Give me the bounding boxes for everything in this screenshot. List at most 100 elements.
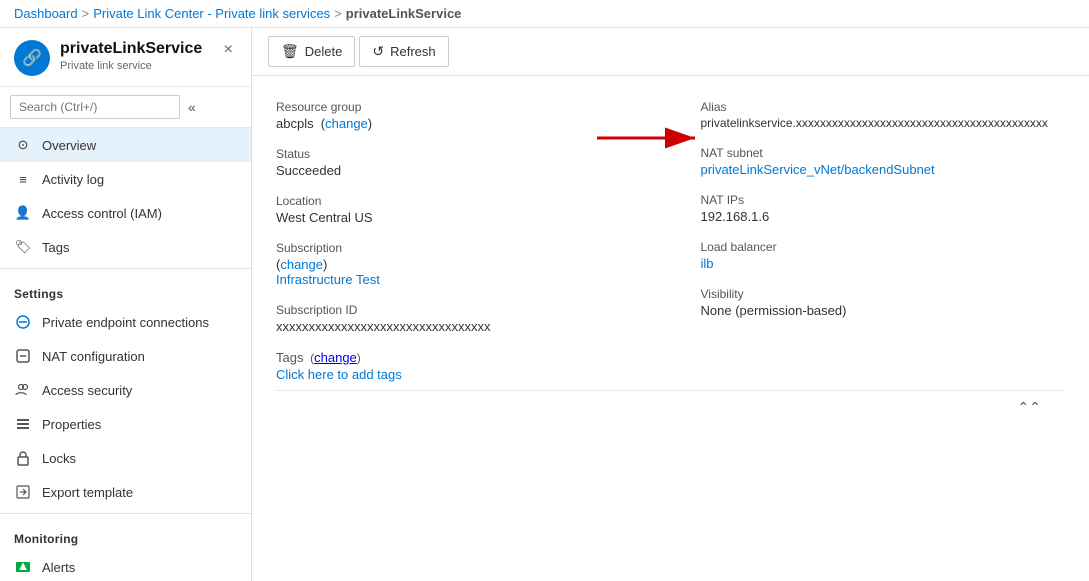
sidebar-item-overview[interactable]: ⊙ Overview [0, 128, 251, 162]
sidebar-item-private-endpoints-label: Private endpoint connections [42, 315, 209, 330]
sidebar-item-access-security[interactable]: Access security [0, 373, 251, 407]
alias-value: privatelinkservice.xxxxxxxxxxxxxxxxxxxxx… [701, 116, 1061, 130]
nat-subnet-label: NAT subnet [701, 146, 1066, 160]
breadcrumb: Dashboard > Private Link Center - Privat… [0, 0, 1089, 28]
nat-subnet-item: NAT subnet privateLinkService_vNet/backe… [701, 138, 1066, 185]
locks-icon [14, 449, 32, 467]
sidebar-item-properties[interactable]: Properties [0, 407, 251, 441]
sidebar: 🔗 privateLinkService Private link servic… [0, 28, 252, 581]
right-column: Alias privatelinkservice.xxxxxxxxxxxxxxx… [701, 92, 1066, 390]
breadcrumb-current: privateLinkService [346, 6, 462, 21]
nav-divider-1 [0, 268, 251, 269]
resource-group-change-link[interactable]: change [325, 116, 368, 131]
visibility-label: Visibility [701, 287, 1066, 301]
location-item: Location West Central US [276, 186, 641, 233]
breadcrumb-dashboard[interactable]: Dashboard [14, 6, 78, 21]
arrow-annotation [587, 120, 707, 156]
breadcrumb-sep-1: > [82, 6, 90, 21]
alias-item: Alias privatelinkservice.xxxxxxxxxxxxxxx… [701, 92, 1066, 138]
load-balancer-label: Load balancer [701, 240, 1066, 254]
service-subtitle: Private link service [60, 60, 202, 72]
sidebar-search-area: « [0, 87, 251, 128]
toolbar: 🗑 Delete ↺ Refresh [252, 28, 1089, 76]
sidebar-item-access-control[interactable]: 👤 Access control (IAM) [0, 196, 251, 230]
sidebar-wrapper: 🔗 privateLinkService Private link servic… [0, 28, 252, 581]
sidebar-collapse-icon[interactable]: « [188, 99, 196, 115]
breadcrumb-private-link-center[interactable]: Private Link Center - Private link servi… [93, 6, 330, 21]
sidebar-item-nat-config[interactable]: NAT configuration [0, 339, 251, 373]
tags-label: Tags (change) [276, 350, 641, 365]
load-balancer-item: Load balancer ilb [701, 232, 1066, 279]
overview-icon: ⊙ [14, 136, 32, 154]
access-security-icon [14, 381, 32, 399]
nat-ips-label: NAT IPs [701, 193, 1066, 207]
access-control-icon: 👤 [14, 204, 32, 222]
service-title: privateLinkService [60, 40, 202, 58]
sidebar-item-export-label: Export template [42, 485, 133, 500]
alerts-icon: ▲ [14, 558, 32, 576]
nat-subnet-link[interactable]: privateLinkService_vNet/backendSubnet [701, 162, 935, 177]
breadcrumb-sep-2: > [334, 6, 342, 21]
service-info: privateLinkService Private link service [60, 40, 202, 72]
nat-ips-item: NAT IPs 192.168.1.6 [701, 185, 1066, 232]
subscription-id-value: xxxxxxxxxxxxxxxxxxxxxxxxxxxxxxxxx [276, 319, 641, 334]
refresh-icon: ↺ [372, 43, 384, 60]
content-area: 🗑 Delete ↺ Refresh [252, 28, 1089, 581]
add-tags-link[interactable]: Click here to add tags [276, 367, 402, 382]
sidebar-item-nat-config-label: NAT configuration [42, 349, 145, 364]
load-balancer-value: ilb [701, 256, 1066, 271]
visibility-value: None (permission-based) [701, 303, 1066, 318]
visibility-item: Visibility None (permission-based) [701, 279, 1066, 326]
arrow-svg [587, 120, 707, 156]
subscription-item: Subscription (change) Infrastructure Tes… [276, 233, 641, 295]
subscription-link[interactable]: Infrastructure Test [276, 272, 380, 287]
sidebar-nav: ⊙ Overview ≡ Activity log 👤 Access contr… [0, 128, 251, 581]
settings-section-label: Settings [0, 273, 251, 305]
subscription-label: Subscription [276, 241, 641, 255]
tags-item: Tags (change) Click here to add tags [276, 342, 641, 390]
properties-icon [14, 415, 32, 433]
status-value: Succeeded [276, 163, 641, 178]
nat-ips-value: 192.168.1.6 [701, 209, 1066, 224]
location-label: Location [276, 194, 641, 208]
service-header: 🔗 privateLinkService Private link servic… [0, 28, 251, 87]
sidebar-item-locks[interactable]: Locks [0, 441, 251, 475]
main-layout: 🔗 privateLinkService Private link servic… [0, 28, 1089, 581]
close-button[interactable]: × [220, 40, 237, 60]
subscription-value: (change) Infrastructure Test [276, 257, 641, 287]
nat-config-icon [14, 347, 32, 365]
sidebar-item-private-endpoints[interactable]: Private endpoint connections [0, 305, 251, 339]
sidebar-item-tags[interactable]: 🏷 Tags [0, 230, 251, 264]
collapse-row: ⌃⌃ [276, 390, 1065, 424]
export-icon [14, 483, 32, 501]
search-input[interactable] [10, 95, 180, 119]
svg-text:▲: ▲ [17, 559, 30, 573]
tags-change-link[interactable]: change [314, 350, 357, 365]
sidebar-item-access-security-label: Access security [42, 383, 132, 398]
sidebar-item-overview-label: Overview [42, 138, 96, 153]
load-balancer-link[interactable]: ilb [701, 256, 714, 271]
sidebar-item-export[interactable]: Export template [0, 475, 251, 509]
subscription-id-item: Subscription ID xxxxxxxxxxxxxxxxxxxxxxxx… [276, 295, 641, 342]
details-section: Resource group abcpls (change) Status Su… [252, 76, 1089, 581]
location-value: West Central US [276, 210, 641, 225]
refresh-label: Refresh [390, 44, 436, 59]
sidebar-item-activity-log[interactable]: ≡ Activity log [0, 162, 251, 196]
sidebar-item-properties-label: Properties [42, 417, 101, 432]
sidebar-item-access-control-label: Access control (IAM) [42, 206, 162, 221]
sidebar-item-tags-label: Tags [42, 240, 69, 255]
subscription-change-link[interactable]: change [280, 257, 323, 272]
delete-button[interactable]: 🗑 Delete [268, 36, 355, 67]
nav-divider-2 [0, 513, 251, 514]
service-icon: 🔗 [14, 40, 50, 76]
subscription-id-label: Subscription ID [276, 303, 641, 317]
tags-icon: 🏷 [14, 238, 32, 256]
alias-label: Alias [701, 100, 1066, 114]
sidebar-item-alerts[interactable]: ▲ Alerts [0, 550, 251, 581]
delete-label: Delete [305, 44, 343, 59]
private-endpoints-icon [14, 313, 32, 331]
refresh-button[interactable]: ↺ Refresh [359, 36, 448, 67]
activity-log-icon: ≡ [14, 170, 32, 188]
collapse-button[interactable]: ⌃⌃ [1010, 395, 1049, 420]
resource-group-label: Resource group [276, 100, 641, 114]
